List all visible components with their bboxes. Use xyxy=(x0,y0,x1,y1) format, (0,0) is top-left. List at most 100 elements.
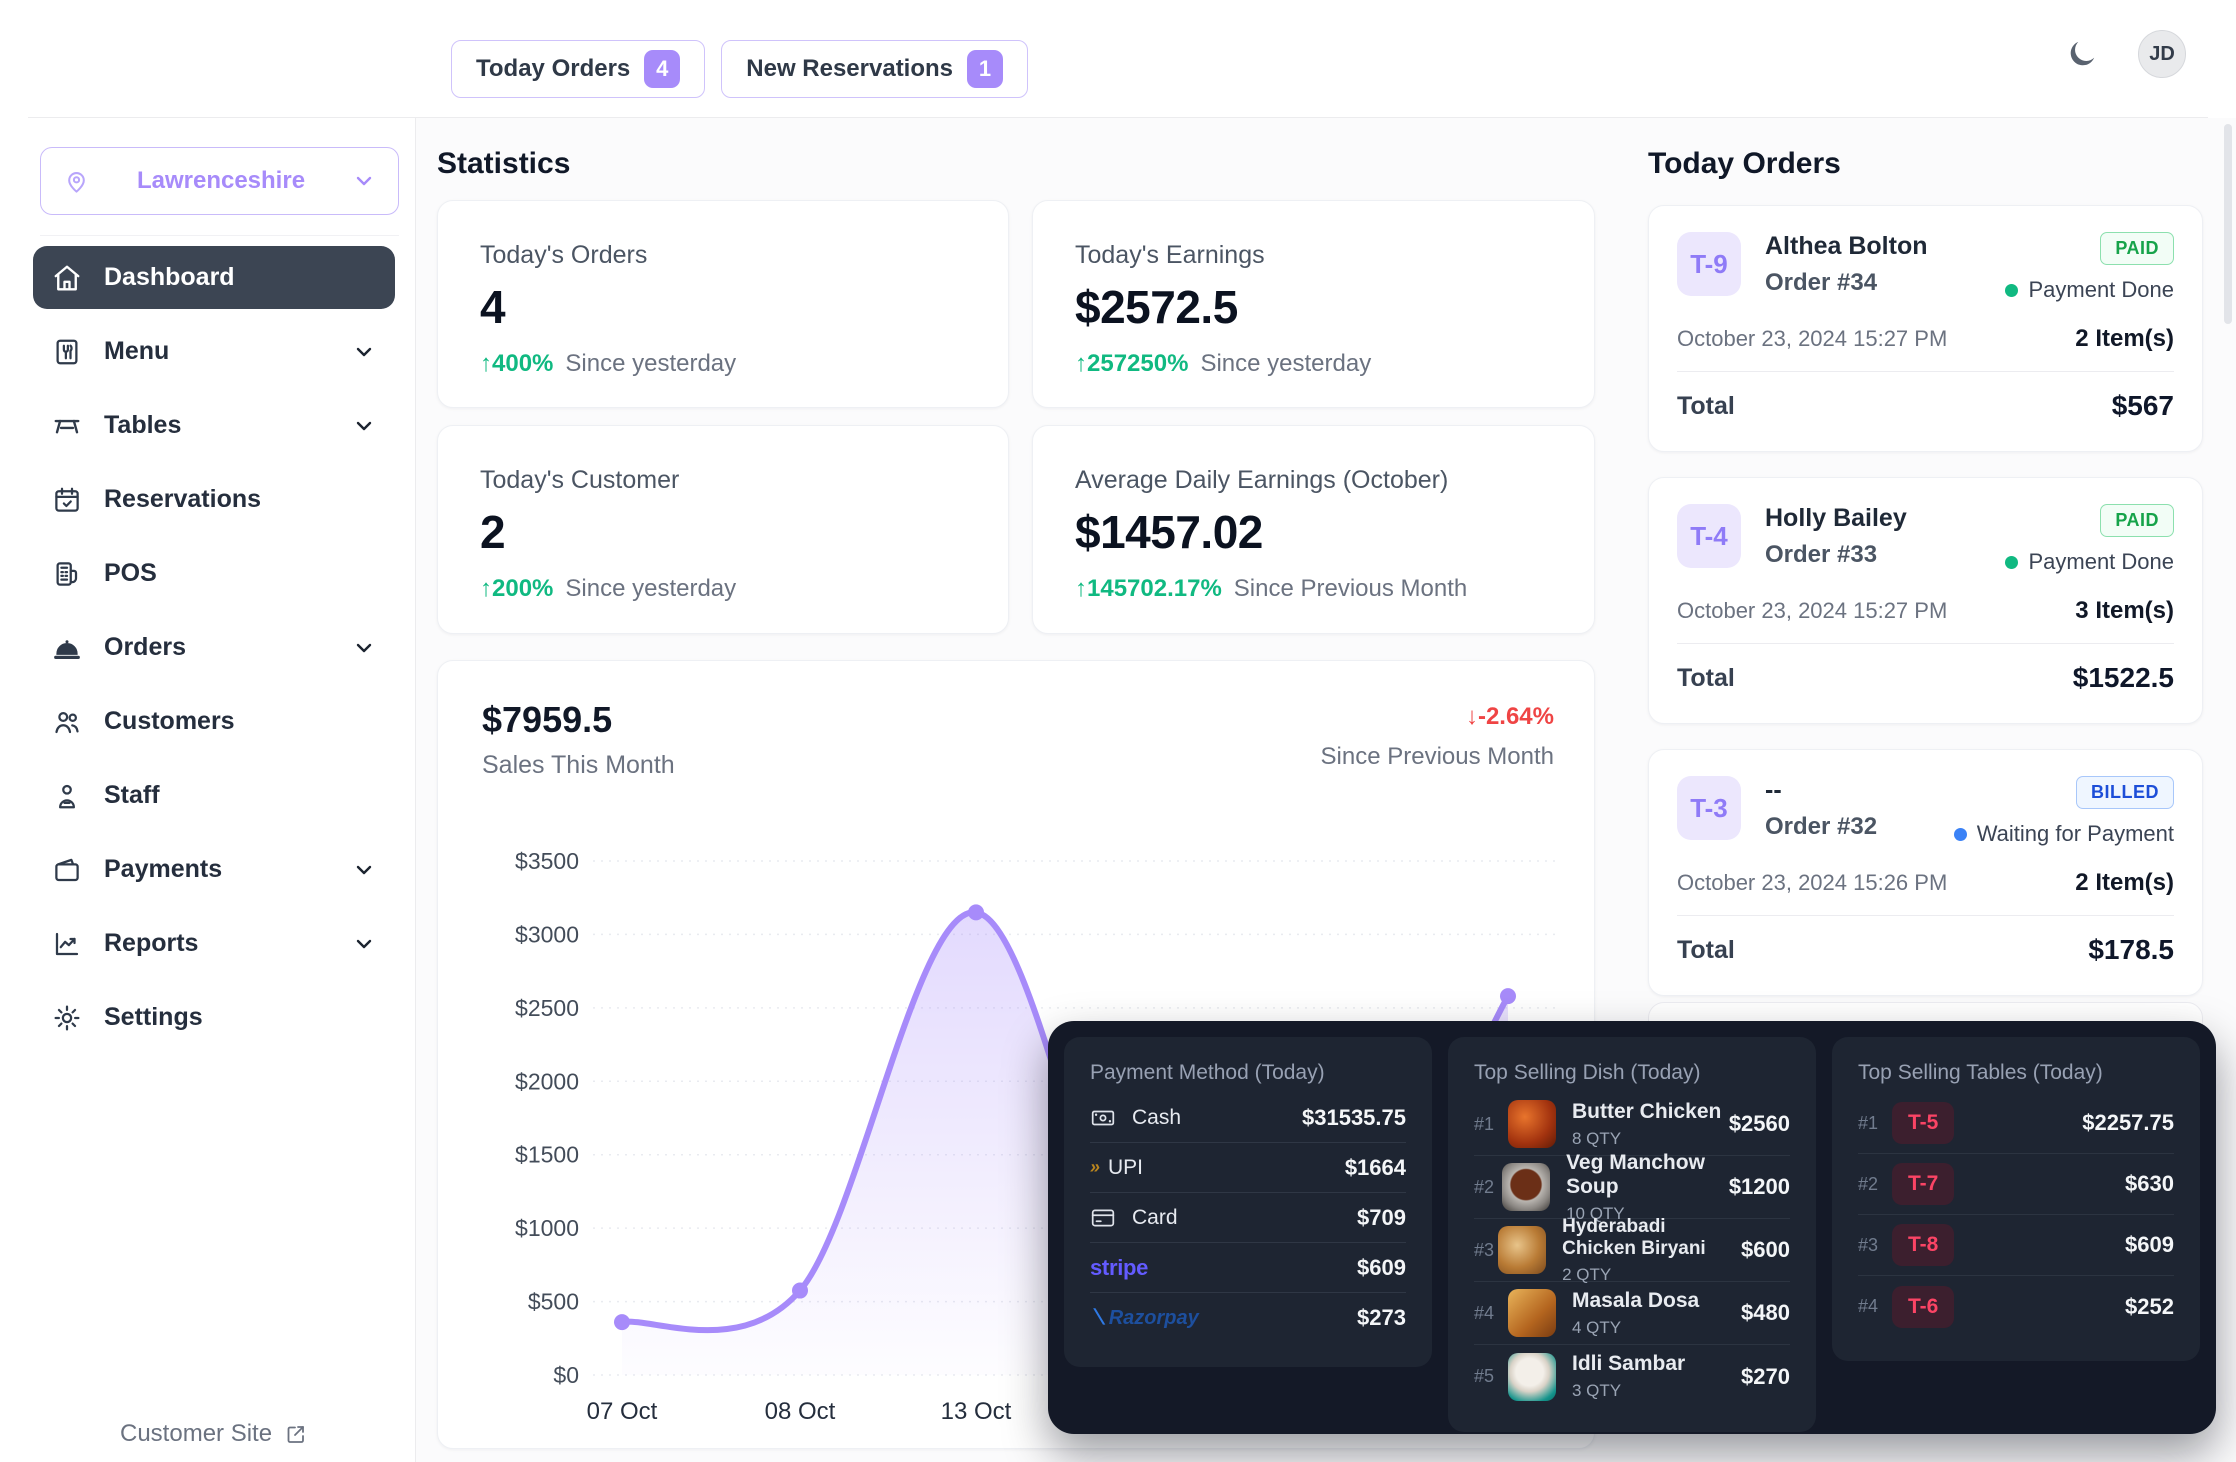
cash-icon xyxy=(1090,1106,1120,1130)
svg-text:07 Oct: 07 Oct xyxy=(587,1398,658,1425)
table-badge: T-3 xyxy=(1677,776,1741,840)
order-divider xyxy=(1677,643,2174,644)
sidebar-item-orders[interactable]: Orders xyxy=(33,616,395,679)
payment-method-label: Cash xyxy=(1132,1106,1181,1130)
payment-row-stripe: stripe $609 xyxy=(1090,1243,1406,1293)
payment-row-cash: Cash $31535.75 xyxy=(1090,1093,1406,1143)
dish-amount: $1200 xyxy=(1729,1174,1790,1200)
table-row: #3 T-8 $609 xyxy=(1858,1215,2174,1276)
payment-amount: $1664 xyxy=(1345,1155,1406,1181)
sidebar-item-staff[interactable]: Staff xyxy=(33,764,395,827)
dish-photo xyxy=(1508,1353,1556,1401)
stat-card-todays-customer: Today's Customer 2 ↑200% Since yesterday xyxy=(437,425,1009,634)
chevron-down-icon xyxy=(352,932,376,956)
order-card-33[interactable]: T-4 Holly Bailey Order #33 PAID Payment … xyxy=(1648,477,2203,724)
stat-period: Since yesterday xyxy=(565,575,736,603)
order-card-32[interactable]: T-3 -- Order #32 BILLED Waiting for Paym… xyxy=(1648,749,2203,996)
payment-row-upi: ›› UPI $1664 xyxy=(1090,1143,1406,1193)
sidebar-nav: Dashboard Menu Tables Reservations POS O… xyxy=(33,246,395,1049)
sidebar-item-payments[interactable]: Payments xyxy=(33,838,395,901)
dish-qty: 8 QTY xyxy=(1572,1129,1721,1149)
svg-text:13 Oct: 13 Oct xyxy=(941,1398,1012,1425)
calendar-check-icon xyxy=(52,485,82,515)
dish-rank: #3 xyxy=(1474,1240,1498,1261)
chevron-down-icon xyxy=(352,414,376,438)
status-note-text: Payment Done xyxy=(2028,549,2174,575)
dish-name: Butter Chicken xyxy=(1572,1100,1721,1124)
avatar-initials: JD xyxy=(2149,43,2175,66)
order-number: Order #34 xyxy=(1765,269,1928,297)
today-orders-title: Today Orders xyxy=(1648,147,1841,181)
svg-text:$2000: $2000 xyxy=(515,1068,579,1094)
dish-rank: #4 xyxy=(1474,1303,1508,1324)
top-tables-title: Top Selling Tables (Today) xyxy=(1858,1061,2174,1085)
order-total-label: Total xyxy=(1677,664,1735,693)
order-customer: Althea Bolton xyxy=(1765,232,1928,261)
dish-rank: #1 xyxy=(1474,1114,1508,1135)
order-divider xyxy=(1677,915,2174,916)
status-dot xyxy=(1954,828,1967,841)
sidebar-divider xyxy=(40,235,399,236)
table-badge: T-8 xyxy=(1892,1224,1954,1266)
user-avatar[interactable]: JD xyxy=(2138,30,2186,78)
payment-method-label: Razorpay xyxy=(1109,1307,1199,1330)
order-items-count: 3 Item(s) xyxy=(2075,597,2174,625)
cloche-icon xyxy=(52,633,82,663)
svg-text:$500: $500 xyxy=(528,1289,579,1315)
top-selling-tables-panel: Top Selling Tables (Today) #1 T-5 $2257.… xyxy=(1832,1037,2200,1361)
sidebar-item-label: Settings xyxy=(104,1003,203,1032)
order-customer: -- xyxy=(1765,776,1877,805)
payment-amount: $609 xyxy=(1357,1255,1406,1281)
order-items-count: 2 Item(s) xyxy=(2075,325,2174,353)
moon-icon xyxy=(2065,37,2099,71)
sidebar-item-pos[interactable]: POS xyxy=(33,542,395,605)
location-select[interactable]: Lawrenceshire xyxy=(40,147,399,215)
new-reservations-button-label: New Reservations xyxy=(746,55,953,83)
card-icon xyxy=(1090,1206,1120,1230)
sidebar-item-tables[interactable]: Tables xyxy=(33,394,395,457)
wallet-icon xyxy=(52,855,82,885)
dish-photo xyxy=(1498,1226,1546,1274)
sidebar-item-label: Orders xyxy=(104,633,186,662)
sidebar-item-label: Staff xyxy=(104,781,160,810)
table-amount: $252 xyxy=(2125,1294,2174,1320)
top-selling-dish-panel: Top Selling Dish (Today) #1 Butter Chick… xyxy=(1448,1037,1816,1432)
order-card-34[interactable]: T-9 Althea Bolton Order #34 PAID Payment… xyxy=(1648,205,2203,452)
page-scrollbar[interactable] xyxy=(2224,124,2232,324)
dark-mode-toggle[interactable] xyxy=(2062,34,2102,74)
sidebar-item-reports[interactable]: Reports xyxy=(33,912,395,975)
table-badge: T-4 xyxy=(1677,504,1741,568)
svg-text:$1500: $1500 xyxy=(515,1142,579,1168)
upi-logo: ›› xyxy=(1090,1157,1098,1178)
table-badge: T-7 xyxy=(1892,1163,1954,1205)
order-datetime: October 23, 2024 15:27 PM xyxy=(1677,326,1947,352)
new-reservations-count-badge: 1 xyxy=(967,50,1003,88)
table-badge: T-5 xyxy=(1892,1102,1954,1144)
map-pin-icon xyxy=(63,168,90,195)
new-reservations-button[interactable]: New Reservations 1 xyxy=(721,40,1028,98)
sidebar-item-settings[interactable]: Settings xyxy=(33,986,395,1049)
svg-text:$3500: $3500 xyxy=(515,848,579,874)
stat-value: 4 xyxy=(480,280,966,334)
customer-site-link[interactable]: Customer Site xyxy=(120,1420,308,1448)
dish-photo xyxy=(1508,1289,1556,1337)
today-orders-count-badge: 4 xyxy=(644,50,680,88)
order-datetime: October 23, 2024 15:26 PM xyxy=(1677,870,1947,896)
chevron-down-icon xyxy=(352,636,376,660)
pos-terminal-icon xyxy=(52,559,82,589)
svg-text:$1000: $1000 xyxy=(515,1215,579,1241)
sidebar-item-reservations[interactable]: Reservations xyxy=(33,468,395,531)
topbar-quick-buttons: Today Orders 4 New Reservations 1 xyxy=(451,40,1028,98)
sidebar-item-menu[interactable]: Menu xyxy=(33,320,395,383)
dish-row: #5 Idli Sambar3 QTY $270 xyxy=(1474,1345,1790,1408)
sidebar-item-customers[interactable]: Customers xyxy=(33,690,395,753)
payment-method-label: UPI xyxy=(1108,1156,1143,1180)
stat-value: $1457.02 xyxy=(1075,505,1552,559)
topbar-right-group: JD xyxy=(2062,30,2186,78)
sidebar-item-dashboard[interactable]: Dashboard xyxy=(33,246,395,309)
table-row: #2 T-7 $630 xyxy=(1858,1154,2174,1215)
order-total-value: $178.5 xyxy=(2088,934,2174,966)
status-badge: PAID xyxy=(2100,504,2174,537)
sidebar-item-label: Tables xyxy=(104,411,181,440)
today-orders-button[interactable]: Today Orders 4 xyxy=(451,40,705,98)
